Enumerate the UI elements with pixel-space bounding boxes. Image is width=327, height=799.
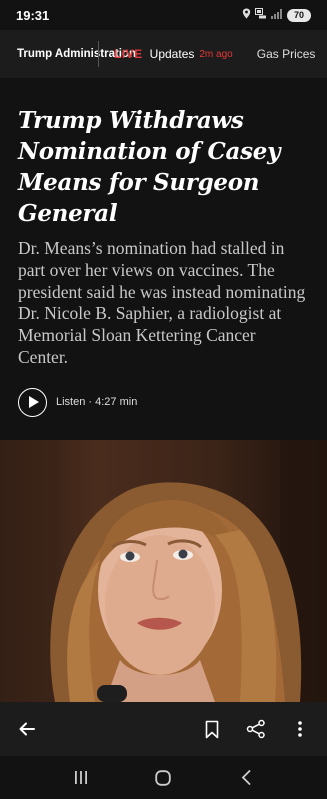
article-toolbar	[0, 702, 327, 756]
nav-item-gas-prices[interactable]: Gas Prices	[257, 47, 316, 61]
listen-control[interactable]: Listen · 4:27 min	[18, 387, 309, 417]
nav-divider	[98, 41, 99, 67]
network-icon	[255, 8, 267, 22]
play-button[interactable]	[18, 387, 47, 417]
article-header: Trump Withdraws Nomination of Casey Mean…	[0, 78, 327, 440]
live-badge[interactable]: LIVE	[114, 47, 143, 61]
live-updates-link[interactable]: Updates	[150, 47, 195, 61]
toolbar-actions	[199, 714, 313, 744]
portrait-illustration	[0, 440, 327, 702]
play-icon	[28, 396, 39, 409]
updated-timestamp: 2m ago	[199, 48, 233, 60]
article-photo[interactable]	[0, 440, 327, 702]
signal-icon	[271, 8, 283, 22]
recent-apps-icon[interactable]	[61, 763, 101, 793]
back-icon[interactable]	[226, 763, 266, 793]
location-icon	[242, 8, 251, 22]
status-time: 19:31	[16, 7, 50, 23]
battery-indicator: 70	[287, 8, 311, 22]
system-nav-bar	[0, 756, 327, 799]
more-options-icon[interactable]	[287, 714, 313, 744]
bookmark-icon[interactable]	[199, 714, 225, 744]
headline: Trump Withdraws Nomination of Casey Mean…	[18, 107, 281, 227]
status-bar: 19:31 70	[0, 0, 327, 30]
home-icon[interactable]	[143, 763, 183, 793]
section-title[interactable]: Trump Administration	[0, 48, 136, 61]
article-summary: Dr. Means’s nomination had stalled in pa…	[18, 238, 306, 367]
section-nav: Trump Administration LIVE Updates 2m ago…	[0, 30, 327, 78]
share-icon[interactable]	[243, 714, 269, 744]
listen-duration: Listen · 4:27 min	[56, 396, 138, 409]
back-arrow-icon[interactable]	[14, 714, 40, 744]
status-icons: 70	[242, 8, 311, 22]
